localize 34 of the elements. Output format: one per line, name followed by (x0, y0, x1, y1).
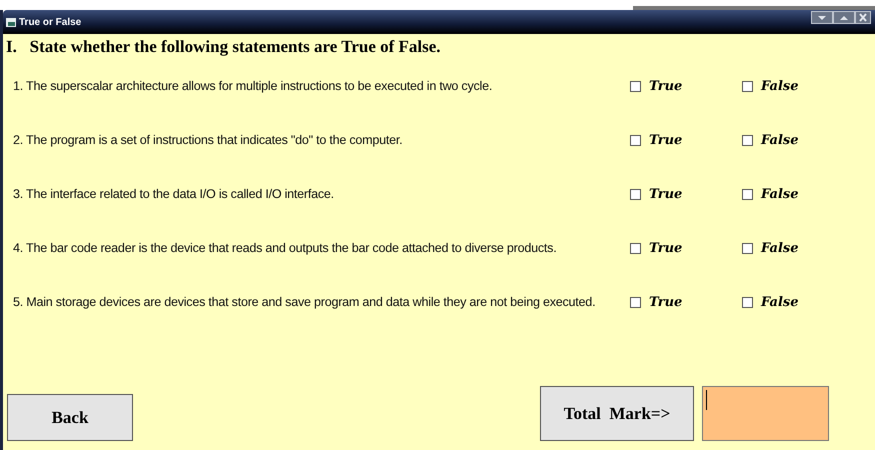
question-text: 1. The superscalar architecture allows for multiple instructions to be executed in two cycle. (12, 79, 494, 94)
option-label: False (761, 241, 798, 256)
option-label: False (761, 187, 798, 202)
option-label: True (649, 133, 682, 148)
question-text: 4. The bar code reader is the device that reads and outputs the bar code attached to diverse products. (12, 241, 558, 256)
close-icon[interactable] (855, 11, 871, 24)
app-icon (6, 18, 16, 26)
question-text: 2. The program is a set of instructions that indicates "do" to the computer. (12, 133, 404, 148)
checkbox[interactable] (742, 297, 753, 308)
maximize-icon[interactable] (833, 11, 855, 24)
option-label: False (761, 79, 798, 94)
question-text: 5. Main storage devices are devices that store and save program and data while they are not being executed. (12, 295, 596, 310)
checkbox[interactable] (630, 189, 641, 200)
section-heading: I. State whether the following statements are True of False. (5, 36, 442, 57)
window-title: True or False (19, 16, 82, 28)
option-label: True (649, 241, 682, 256)
option-label: False (761, 295, 798, 310)
checkbox[interactable] (630, 297, 641, 308)
checkbox[interactable] (630, 135, 641, 146)
checkbox[interactable] (742, 243, 753, 254)
option-label: True (649, 187, 682, 202)
option-label: False (761, 133, 798, 148)
checkbox[interactable] (630, 81, 641, 92)
checkbox[interactable] (742, 135, 753, 146)
total-mark-button[interactable]: Total Mark=> (540, 386, 694, 441)
back-button[interactable]: Back (7, 394, 133, 441)
checkbox[interactable] (630, 243, 641, 254)
checkbox[interactable] (742, 189, 753, 200)
checkbox[interactable] (742, 81, 753, 92)
total-mark-field[interactable] (702, 386, 829, 441)
minimize-icon[interactable] (811, 11, 833, 24)
option-label: True (649, 79, 682, 94)
option-label: True (649, 295, 682, 310)
question-text: 3. The interface related to the data I/O is called I/O interface. (12, 187, 335, 202)
